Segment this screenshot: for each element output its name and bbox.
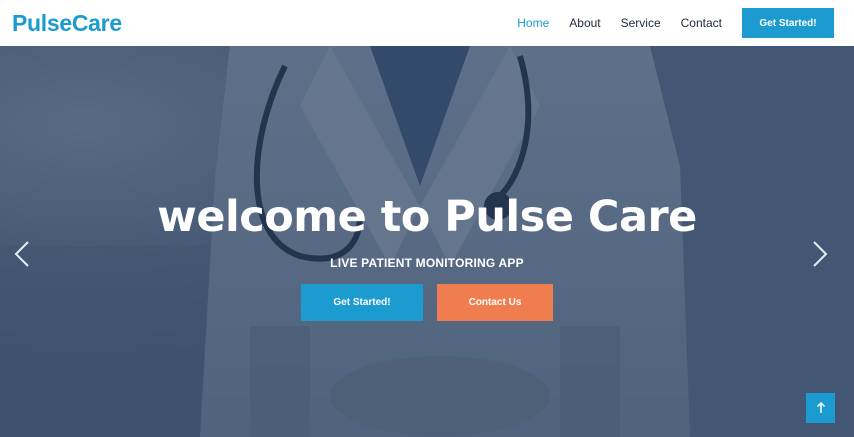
carousel-prev-button[interactable] <box>10 236 34 272</box>
back-to-top-button[interactable] <box>806 393 835 423</box>
hero-content: welcome to Pulse Care LIVE PATIENT MONIT… <box>0 46 854 437</box>
hero-subtitle: LIVE PATIENT MONITORING APP <box>330 256 524 270</box>
nav-home[interactable]: Home <box>517 16 549 30</box>
carousel-next-button[interactable] <box>808 236 832 272</box>
hero-title: welcome to Pulse Care <box>157 192 697 242</box>
site-header: PulseCare Home About Service Contact Get… <box>0 0 854 46</box>
hero-section: welcome to Pulse Care LIVE PATIENT MONIT… <box>0 46 854 437</box>
contact-us-button[interactable]: Contact Us <box>437 284 553 321</box>
chevron-right-icon <box>813 241 828 267</box>
arrow-up-icon <box>816 402 825 413</box>
nav-service[interactable]: Service <box>621 16 661 30</box>
logo[interactable]: PulseCare <box>12 10 122 37</box>
get-started-button[interactable]: Get Started! <box>301 284 423 321</box>
nav-contact[interactable]: Contact <box>681 16 722 30</box>
header-get-started-button[interactable]: Get Started! <box>742 8 834 38</box>
hero-buttons: Get Started! Contact Us <box>301 284 553 321</box>
nav-about[interactable]: About <box>569 16 600 30</box>
main-nav: Home About Service Contact Get Started! <box>517 8 834 38</box>
chevron-left-icon <box>14 241 29 267</box>
